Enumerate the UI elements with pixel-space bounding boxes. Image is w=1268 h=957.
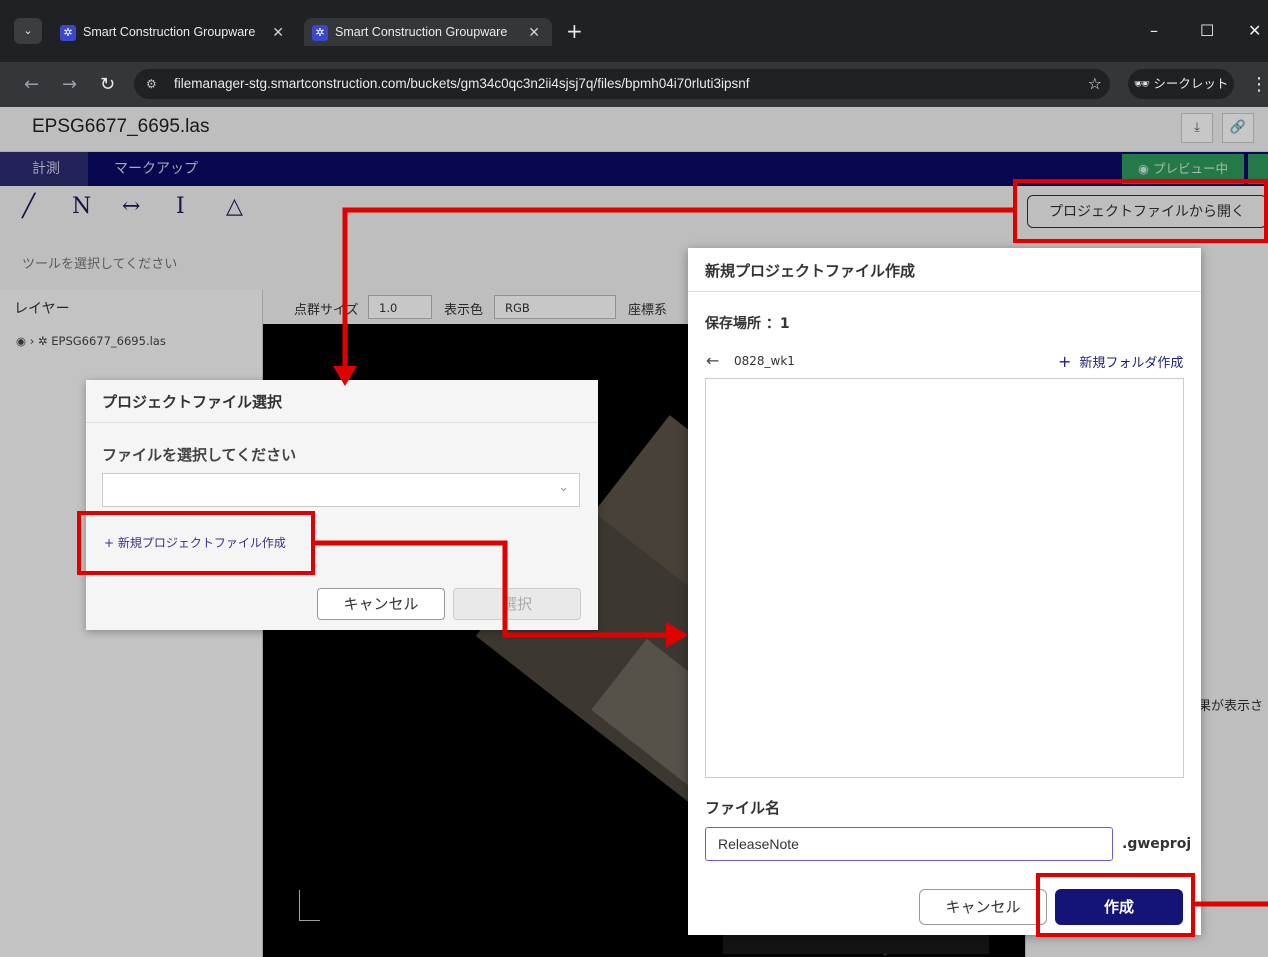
arrow-open-to-select (342, 207, 1013, 370)
arrow-head-right (666, 622, 688, 648)
arrow-head-down (333, 366, 357, 386)
arrow-new-to-create (315, 540, 670, 638)
annotation-arrows (315, 207, 1268, 907)
